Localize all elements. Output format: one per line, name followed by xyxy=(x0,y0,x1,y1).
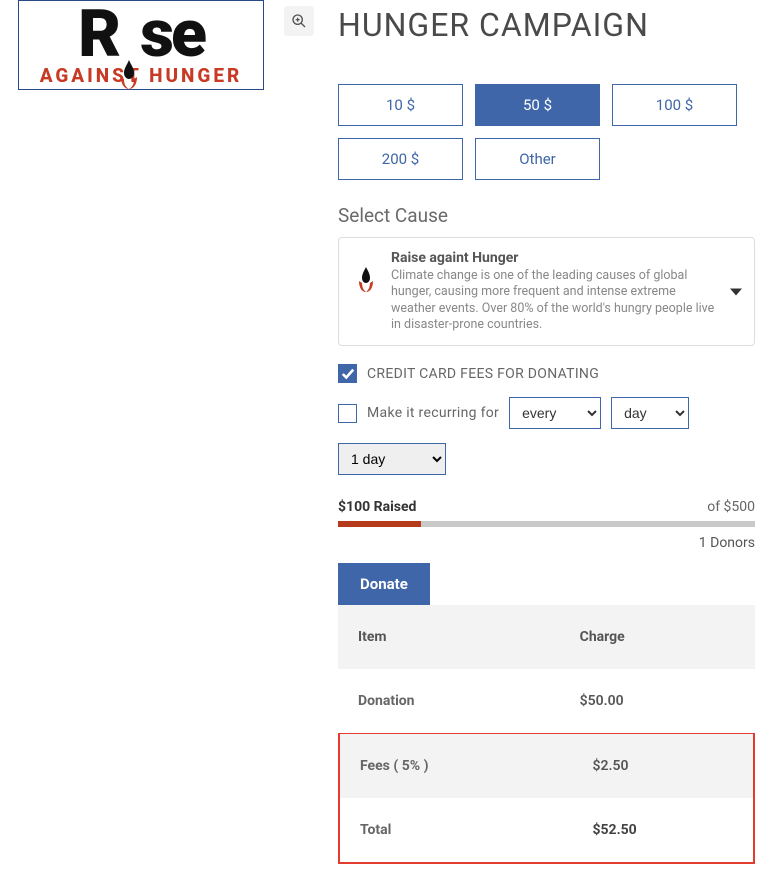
amount-option-1[interactable]: 50 $ xyxy=(475,84,600,126)
col-item: Item xyxy=(338,605,560,669)
amount-option-4[interactable]: Other xyxy=(475,138,600,180)
row-fees-amount: $2.50 xyxy=(572,734,753,798)
logo-text-suffix: se xyxy=(140,5,204,66)
amount-options: 10 $ 50 $ 100 $ 200 $ Other xyxy=(338,84,755,180)
cc-fees-checkbox[interactable] xyxy=(338,364,357,383)
recurring-frequency-select[interactable]: every xyxy=(509,397,601,429)
page-title: HUNGER CAMPAIGN xyxy=(338,6,755,44)
row-donation-label: Donation xyxy=(338,669,560,733)
col-charge: Charge xyxy=(560,605,755,669)
amount-option-0[interactable]: 10 $ xyxy=(338,84,463,126)
cause-dropdown[interactable]: Raise againt Hunger Climate change is on… xyxy=(338,237,755,346)
amount-option-3[interactable]: 200 $ xyxy=(338,138,463,180)
progress-fill xyxy=(338,521,421,527)
recurring-checkbox[interactable] xyxy=(338,404,357,423)
goal-amount: of $500 xyxy=(707,499,755,515)
logo-flame-icon xyxy=(116,40,142,66)
row-total-label: Total xyxy=(340,798,572,862)
row-donation-amount: $50.00 xyxy=(560,669,755,733)
summary-table: Item Charge Donation $50.00 xyxy=(338,605,755,733)
logo-text-prefix: R xyxy=(78,5,118,66)
row-fees-label: Fees ( 5% ) xyxy=(340,734,572,798)
cc-fees-label: CREDIT CARD FEES FOR DONATING xyxy=(367,366,599,382)
amount-option-2[interactable]: 100 $ xyxy=(612,84,737,126)
recurring-unit-select[interactable]: day xyxy=(611,397,689,429)
zoom-button[interactable] xyxy=(284,6,314,36)
zoom-icon xyxy=(291,13,307,29)
cause-title: Raise againt Hunger xyxy=(391,250,716,266)
check-icon xyxy=(341,367,355,381)
cause-description: Climate change is one of the leading cau… xyxy=(391,268,716,333)
chevron-down-icon xyxy=(730,288,742,295)
recurring-period-select[interactable]: 1 day xyxy=(338,443,446,475)
select-cause-label: Select Cause xyxy=(338,204,755,227)
logo: R se AGAINST HUNGER xyxy=(18,0,264,90)
cause-icon xyxy=(355,266,377,294)
raised-amount: $100 Raised xyxy=(338,499,416,515)
progress-bar xyxy=(338,521,755,527)
donors-count: 1 Donors xyxy=(338,535,755,551)
recurring-label: Make it recurring for xyxy=(367,405,499,421)
row-total-amount: $52.50 xyxy=(572,798,753,862)
donate-tab[interactable]: Donate xyxy=(338,563,430,605)
fees-highlight-box: Fees ( 5% ) $2.50 Total $52.50 xyxy=(338,734,755,864)
